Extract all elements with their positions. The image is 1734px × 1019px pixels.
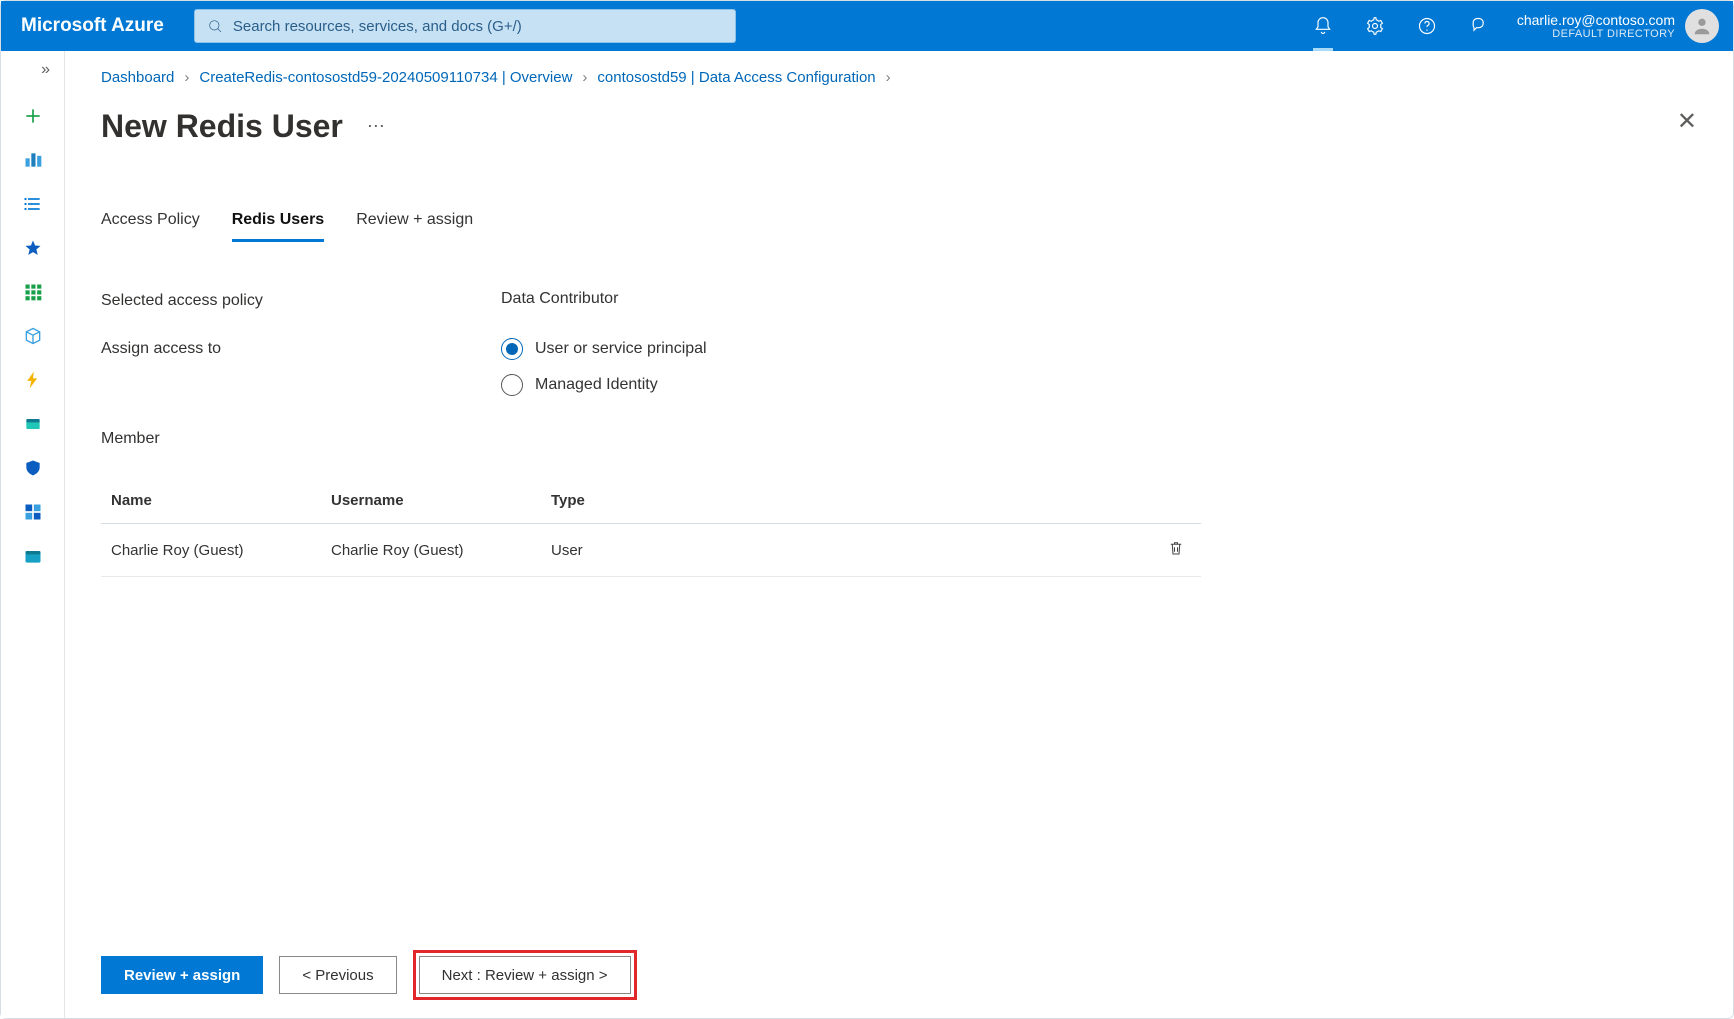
value-selected-policy: Data Contributor [501, 290, 1201, 308]
delete-row-button[interactable] [1167, 538, 1191, 562]
search-icon [207, 18, 223, 34]
gear-icon [1365, 16, 1385, 36]
close-button[interactable]: ✕ [1677, 107, 1697, 136]
bell-icon [1313, 16, 1333, 36]
grid-icon [23, 282, 43, 302]
members-header-row: Name Username Type [101, 478, 1201, 524]
rail-sql[interactable] [22, 413, 44, 435]
rail-apps[interactable] [22, 501, 44, 523]
col-name: Name [111, 492, 331, 509]
feedback-button[interactable] [1455, 1, 1503, 51]
tab-review-assign[interactable]: Review + assign [356, 205, 473, 242]
radio-icon [501, 338, 523, 360]
more-button[interactable]: ⋯ [367, 116, 387, 137]
plus-icon [23, 106, 43, 126]
rail-create-resource[interactable] [22, 105, 44, 127]
tabs: Access Policy Redis Users Review + assig… [101, 205, 1697, 242]
list-icon [23, 194, 43, 214]
search-input[interactable] [233, 18, 723, 35]
chevron-right-icon: › [184, 69, 189, 86]
breadcrumb: Dashboard › CreateRedis-contosostd59-202… [101, 69, 1697, 86]
wizard-footer: Review + assign < Previous Next : Review… [101, 950, 637, 1000]
feedback-icon [1469, 16, 1489, 36]
account-block[interactable]: charlie.roy@contoso.com DEFAULT DIRECTOR… [1517, 12, 1675, 41]
top-bar: Microsoft Azure charlie.roy@contoso.com … [1, 1, 1733, 51]
rail-expand-toggle[interactable]: » [41, 61, 64, 83]
shield-icon [23, 458, 43, 478]
star-icon [23, 238, 43, 258]
account-email: charlie.roy@contoso.com [1517, 12, 1675, 28]
radio-managed-identity-label: Managed Identity [535, 376, 658, 394]
assign-to-radio-group: User or service principal Managed Identi… [501, 338, 1201, 396]
radio-user-principal-label: User or service principal [535, 340, 707, 358]
search-wrap [194, 9, 736, 43]
rail-favorites[interactable] [22, 237, 44, 259]
cell-type: User [551, 542, 751, 559]
avatar[interactable] [1685, 9, 1719, 43]
radio-user-principal[interactable]: User or service principal [501, 338, 1201, 360]
storage-icon [23, 546, 43, 566]
tab-redis-users[interactable]: Redis Users [232, 205, 325, 242]
rail-resource-groups[interactable] [22, 281, 44, 303]
apps-icon [23, 502, 43, 522]
next-button-highlight: Next : Review + assign > [413, 950, 637, 1000]
brand-label[interactable]: Microsoft Azure [21, 15, 164, 37]
search-box[interactable] [194, 9, 736, 43]
main-content: Dashboard › CreateRedis-contosostd59-202… [65, 51, 1733, 1018]
next-button[interactable]: Next : Review + assign > [419, 956, 631, 994]
radio-managed-identity[interactable]: Managed Identity [501, 374, 1201, 396]
dashboard-icon [23, 150, 43, 170]
help-button[interactable] [1403, 1, 1451, 51]
review-assign-button[interactable]: Review + assign [101, 956, 263, 994]
chevron-right-icon: › [886, 69, 891, 86]
members-table: Name Username Type Charlie Roy (Guest) C… [101, 478, 1201, 577]
trash-icon [1167, 538, 1185, 558]
rail-functions[interactable] [22, 369, 44, 391]
topbar-icons [1299, 1, 1503, 51]
breadcrumb-item-2[interactable]: contosostd59 | Data Access Configuration [597, 69, 875, 86]
cube-icon [23, 326, 43, 346]
previous-button[interactable]: < Previous [279, 956, 396, 994]
page-title: New Redis User [101, 108, 343, 145]
database-icon [23, 414, 43, 434]
rail-all-services[interactable] [22, 193, 44, 215]
settings-button[interactable] [1351, 1, 1399, 51]
lightning-icon [23, 370, 43, 390]
radio-icon [501, 374, 523, 396]
cell-username: Charlie Roy (Guest) [331, 542, 551, 559]
left-rail: » [1, 51, 65, 1018]
rail-storage[interactable] [22, 545, 44, 567]
table-row: Charlie Roy (Guest) Charlie Roy (Guest) … [101, 524, 1201, 577]
breadcrumb-item-0[interactable]: Dashboard [101, 69, 174, 86]
member-heading: Member [101, 430, 1201, 448]
rail-dashboard[interactable] [22, 149, 44, 171]
form-area: Selected access policy Data Contributor … [101, 290, 1201, 577]
breadcrumb-item-1[interactable]: CreateRedis-contosostd59-20240509110734 … [199, 69, 572, 86]
rail-cube[interactable] [22, 325, 44, 347]
notifications-button[interactable] [1299, 1, 1347, 51]
col-type: Type [551, 492, 751, 509]
rail-security[interactable] [22, 457, 44, 479]
label-assign-to: Assign access to [101, 338, 501, 358]
account-directory: DEFAULT DIRECTORY [1517, 28, 1675, 41]
chevron-right-icon: › [582, 69, 587, 86]
person-icon [1691, 15, 1713, 37]
label-selected-policy: Selected access policy [101, 290, 501, 310]
cell-name: Charlie Roy (Guest) [111, 542, 331, 559]
tab-access-policy[interactable]: Access Policy [101, 205, 200, 242]
help-icon [1417, 16, 1437, 36]
col-username: Username [331, 492, 551, 509]
